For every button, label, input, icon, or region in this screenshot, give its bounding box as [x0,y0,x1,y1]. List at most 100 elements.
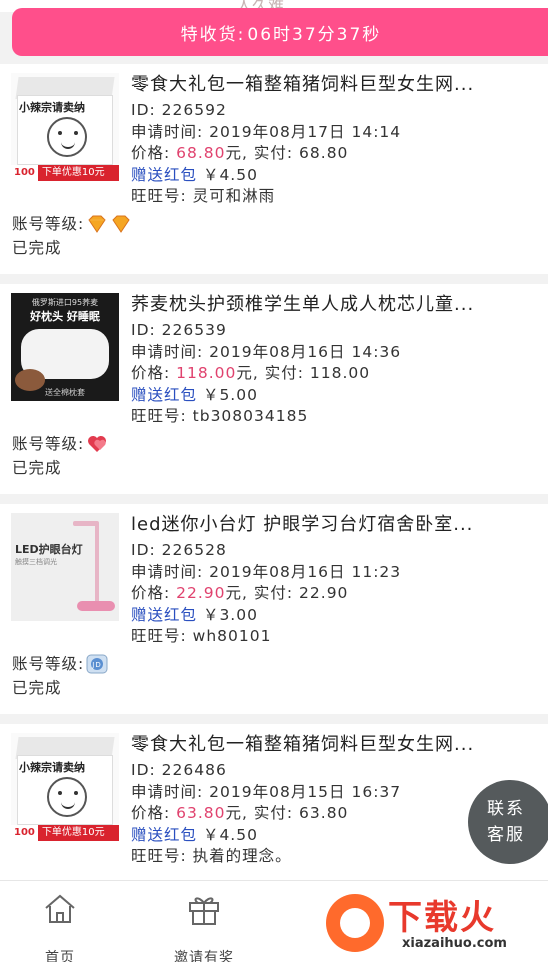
apply-time: 2019年08月15日 16:37 [209,782,402,801]
paid-value: 63.80 [299,804,349,822]
nav-item-home[interactable]: 首页 [10,891,110,962]
account-level-row: 账号等级: [12,212,132,236]
thumb-bar-text: 下单优惠10元 [41,167,105,178]
cartoon-face-icon [47,117,87,157]
flame-logo-icon [326,894,384,952]
red-envelope-amount: ￥4.50 [197,165,258,184]
price-label: 价格: [131,584,177,602]
countdown-banner: 特收货: 06时37分37秒 [12,8,548,56]
id-label: ID: [131,321,162,339]
order-status: 已完成 [12,239,62,257]
price-value: 68.80 [176,144,226,162]
wangwang-id: 执着的理念。 [192,847,292,865]
price-value: 118.00 [176,364,237,382]
lamp-arm-image [95,523,99,603]
price-row: 价格: 118.00元, 实付: 118.00 [131,363,536,385]
watermark-brand: 下载火 [388,898,496,938]
thumb-text: 好枕头 好睡眠 [30,310,100,323]
thumb-text: 俄罗斯进口95荞麦 [31,298,99,307]
apply-time-label: 申请时间: [131,562,210,581]
paid-value: 22.90 [299,584,349,602]
wangwang-id: tb308034185 [192,407,309,425]
account-level-label: 账号等级: [12,655,85,673]
wangwang-label: 旺旺号: [131,847,193,865]
product-thumbnail[interactable]: 俄罗斯进口95荞麦 好枕头 好睡眠 送全棉枕套 [11,293,119,401]
nav-item-invite[interactable]: 邀请有奖 [154,891,254,962]
home-icon [45,894,75,923]
apply-time: 2019年08月16日 11:23 [209,562,402,581]
wangwang-label: 旺旺号: [131,627,193,645]
paid-label: 元, 实付: [225,144,300,162]
order-id-row: ID: 226528 [131,540,536,562]
order-id: 226528 [161,541,227,559]
watermark-logo: 下载火 xiazaihuo.com [322,888,548,960]
order-id-row: ID: 226486 [131,760,536,782]
id-label: ID: [131,101,162,119]
contact-service-button[interactable]: 联系 客服 [468,780,548,864]
id-label: ID: [131,541,162,559]
order-id-row: ID: 226539 [131,320,536,342]
wangwang-row: 旺旺号: tb308034185 [131,406,536,428]
thumb-brand-text: 小辣宗请卖纳 [19,101,85,114]
order-card[interactable]: 小辣宗请卖纳 100 下单优惠10元 零食大礼包一箱整箱猪饲料巨型女生网... … [0,724,548,880]
apply-time-row: 申请时间: 2019年08月16日 11:23 [131,562,536,584]
account-level-row: 账号等级: [12,432,108,456]
red-envelope-row: 赠送红包 ￥4.50 [131,165,536,187]
red-envelope-label: 赠送红包 [131,165,198,184]
product-title[interactable]: 荞麦枕头护颈椎学生单人成人枕芯儿童... [131,290,536,320]
apply-time: 2019年08月17日 14:14 [209,122,402,141]
order-id-row: ID: 226592 [131,100,536,122]
red-envelope-amount: ￥3.00 [197,605,258,624]
wangwang-label: 旺旺号: [131,407,193,425]
product-title[interactable]: led迷你小台灯 护眼学习台灯宿舍卧室... [131,510,536,540]
countdown-label: 特收货: [180,24,246,45]
cartoon-face-icon [47,777,87,817]
wangwang-row: 旺旺号: 执着的理念。 [131,846,536,868]
wangwang-id: 灵可和淋雨 [192,187,276,205]
gift-icon [189,897,219,925]
paid-value: 68.80 [299,144,349,162]
product-thumbnail[interactable]: 小辣宗请卖纳 100 下单优惠10元 [11,73,119,181]
heart-icon [88,436,107,452]
account-level-row: 账号等级: JD [12,652,108,676]
red-envelope-row: 赠送红包 ￥3.00 [131,605,536,627]
account-level-label: 账号等级: [12,215,85,233]
apply-time-label: 申请时间: [131,782,210,801]
paid-label: 元, 实付: [225,584,300,602]
order-id: 226592 [161,101,227,119]
price-value: 22.90 [176,584,226,602]
product-title[interactable]: 零食大礼包一箱整箱猪饲料巨型女生网... [131,730,536,760]
order-card[interactable]: LED护眼台灯 触摸三档调光 led迷你小台灯 护眼学习台灯宿舍卧室... ID… [0,504,548,714]
account-level-label: 账号等级: [12,435,85,453]
price-row: 价格: 22.90元, 实付: 22.90 [131,583,536,605]
apply-time-row: 申请时间: 2019年08月16日 14:36 [131,342,536,364]
product-thumbnail[interactable]: 小辣宗请卖纳 100 下单优惠10元 [11,733,119,841]
svg-text:JD: JD [92,661,102,669]
red-envelope-label: 赠送红包 [131,605,198,624]
price-label: 价格: [131,364,177,382]
price-label: 价格: [131,144,177,162]
order-id: 226486 [161,761,227,779]
order-card[interactable]: 小辣宗请卖纳 100 下单优惠10元 零食大礼包一箱整箱猪饲料巨型女生网... … [0,64,548,274]
order-status: 已完成 [12,459,62,477]
wangwang-id: wh80101 [192,627,272,645]
diamond-icon [88,215,106,233]
order-id: 226539 [161,321,227,339]
thumb-brand-text: 小辣宗请卖纳 [19,761,85,774]
product-thumbnail[interactable]: LED护眼台灯 触摸三档调光 [11,513,119,621]
thumb-text: 送全棉枕套 [45,388,85,397]
paid-value: 118.00 [309,364,371,382]
diamond-icon [112,215,130,233]
nav-label: 首页 [45,950,75,962]
order-status: 已完成 [12,679,62,697]
product-title[interactable]: 零食大礼包一箱整箱猪饲料巨型女生网... [131,70,536,100]
nav-label: 邀请有奖 [174,950,234,962]
apply-time-label: 申请时间: [131,342,210,361]
watermark-url: xiazaihuo.com [402,936,507,951]
order-card[interactable]: 俄罗斯进口95荞麦 好枕头 好睡眠 送全棉枕套 荞麦枕头护颈椎学生单人成人枕芯儿… [0,284,548,494]
thumb-text: 触摸三档调光 [15,558,57,566]
thumb-text: LED护眼台灯 [15,543,83,556]
wangwang-row: 旺旺号: wh80101 [131,626,536,648]
price-value: 63.80 [176,804,226,822]
apply-time: 2019年08月16日 14:36 [209,342,402,361]
